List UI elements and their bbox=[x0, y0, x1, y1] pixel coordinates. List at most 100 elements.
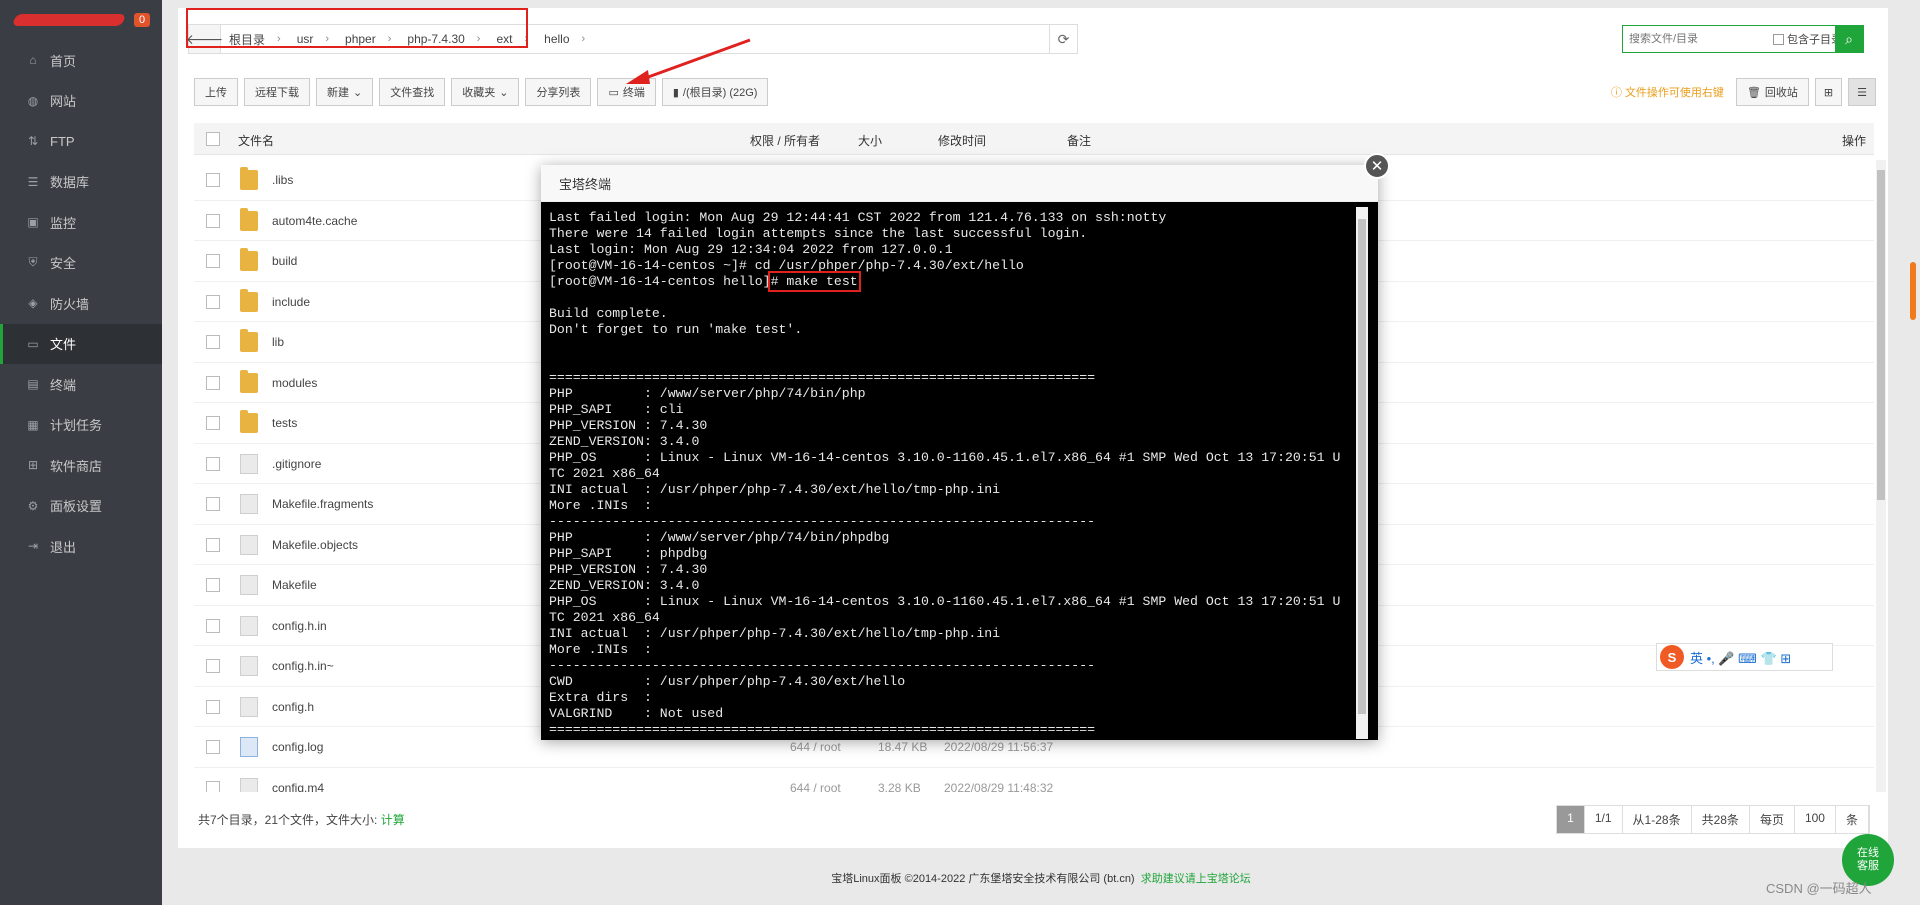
file-name[interactable]: tests bbox=[272, 416, 297, 430]
refresh-button[interactable]: ⟳ bbox=[1049, 25, 1077, 53]
terminal-scrollbar[interactable] bbox=[1356, 207, 1368, 739]
folder-icon: ▭ bbox=[27, 336, 39, 351]
apps-icon: ⊞ bbox=[27, 458, 39, 473]
scrollbar-thumb[interactable] bbox=[1877, 170, 1885, 500]
col-perm[interactable]: 权限 / 所有者 bbox=[750, 132, 820, 149]
file-name[interactable]: config.h bbox=[272, 700, 314, 714]
sidebar-item-10[interactable]: ⊞ 软件商店 bbox=[0, 445, 162, 486]
firewall-icon: ◈ bbox=[28, 296, 38, 311]
toolbar-button-1[interactable]: 远程下载 bbox=[244, 78, 310, 106]
sidebar-item-0[interactable]: ⌂ 首页 bbox=[0, 40, 162, 81]
col-name[interactable]: 文件名 bbox=[238, 132, 274, 149]
database-icon: ☰ bbox=[27, 174, 39, 189]
row-checkbox[interactable] bbox=[206, 659, 220, 673]
file-list-scrollbar[interactable] bbox=[1876, 160, 1886, 792]
sidebar-item-11[interactable]: ⚙ 面板设置 bbox=[0, 486, 162, 527]
terminal-line: PHP_VERSION : 7.4.30 bbox=[549, 418, 708, 433]
row-checkbox[interactable] bbox=[206, 537, 220, 552]
gear-icon: ⚙ bbox=[27, 498, 39, 513]
list-icon: ☰ bbox=[1857, 86, 1867, 99]
row-checkbox[interactable] bbox=[206, 497, 220, 511]
file-name[interactable]: Makefile.fragments bbox=[272, 497, 373, 511]
file-name[interactable]: config.m4 bbox=[272, 781, 324, 793]
col-size[interactable]: 大小 bbox=[858, 132, 882, 149]
file-perm[interactable]: 644 / root bbox=[790, 781, 841, 793]
row-checkbox[interactable] bbox=[206, 173, 220, 187]
ime-toolbar[interactable]: S 英 •, 🎤 ⌨ 👕 ⊞ bbox=[1656, 643, 1833, 671]
file-name[interactable]: config.log bbox=[272, 740, 323, 754]
highlighted-command: # make test bbox=[767, 271, 861, 292]
breadcrumb-item[interactable]: hello › bbox=[536, 31, 593, 48]
sidebar-item-12[interactable]: ⇥ 退出 bbox=[0, 526, 162, 567]
pager-item: 条 bbox=[1836, 806, 1869, 833]
sidebar-item-6[interactable]: ◈ 防火墙 bbox=[0, 283, 162, 324]
row-checkbox[interactable] bbox=[206, 294, 220, 309]
toolbar-button-3[interactable]: 文件查找 bbox=[379, 78, 446, 106]
sidebar-item-8[interactable]: ▤ 终端 bbox=[0, 364, 162, 405]
sidebar-header: 0 bbox=[0, 0, 162, 40]
close-button[interactable]: ✕ bbox=[1364, 153, 1390, 179]
ftp-icon: ⇅ bbox=[27, 134, 39, 149]
chevron-down-icon: ⌄ bbox=[353, 86, 363, 99]
toolbar-button-label: 分享列表 bbox=[536, 87, 581, 99]
terminal-scrollbar-thumb[interactable] bbox=[1358, 219, 1366, 714]
row-checkbox[interactable] bbox=[206, 740, 220, 754]
file-name[interactable]: Makefile bbox=[272, 578, 317, 592]
grid-view-button[interactable]: ⊞ bbox=[1814, 78, 1843, 106]
row-checkbox[interactable] bbox=[206, 618, 220, 633]
terminal-line: ========================================… bbox=[549, 370, 1096, 385]
stats-text: 共7个目录，21个文件，文件大小: bbox=[198, 813, 381, 827]
table-row[interactable]: config.m4 644 / root 3.28 KB 2022/08/29 11:… bbox=[194, 768, 1874, 793]
file-name[interactable]: modules bbox=[272, 376, 317, 390]
sidebar-item-label: 首页 bbox=[50, 53, 77, 69]
row-checkbox[interactable] bbox=[206, 335, 220, 349]
ime-label: 英 •, 🎤 ⌨ 👕 ⊞ bbox=[1690, 650, 1792, 666]
search-input[interactable] bbox=[1623, 33, 1773, 45]
list-view-button[interactable]: ☰ bbox=[1848, 78, 1876, 106]
row-checkbox[interactable] bbox=[206, 213, 220, 228]
toolbar-button-4[interactable]: 收藏夹 ⌄ bbox=[451, 78, 520, 106]
file-perm[interactable]: 644 / root bbox=[790, 740, 841, 754]
sidebar-item-5[interactable]: ⛨ 安全 bbox=[0, 243, 162, 284]
file-name[interactable]: .gitignore bbox=[272, 457, 321, 471]
forum-link[interactable]: 求助建议请上宝塔论坛 bbox=[1141, 873, 1251, 885]
recycle-bin-button[interactable]: 🗑 回收站 bbox=[1735, 78, 1809, 106]
search-button[interactable]: ⌕ bbox=[1835, 26, 1863, 52]
terminal-line: INI actual : /usr/phper/php-7.4.30/ext/h… bbox=[549, 482, 1001, 497]
col-mtime[interactable]: 修改时间 bbox=[938, 132, 986, 149]
file-name[interactable]: config.h.in~ bbox=[272, 659, 334, 673]
terminal-output[interactable]: Last failed login: Mon Aug 29 12:44:41 C… bbox=[541, 202, 1378, 740]
toolbar-button-2[interactable]: 新建 ⌄ bbox=[316, 78, 374, 106]
file-name[interactable]: lib bbox=[272, 335, 284, 349]
sidebar-item-1[interactable]: ◍ 网站 bbox=[0, 81, 162, 122]
pager-item[interactable]: 1 bbox=[1557, 806, 1585, 833]
notification-badge[interactable]: 0 bbox=[134, 13, 151, 27]
select-all-checkbox[interactable] bbox=[206, 132, 220, 146]
file-name[interactable]: .libs bbox=[272, 173, 293, 187]
file-name[interactable]: config.h.in bbox=[272, 619, 327, 633]
include-subdirs-checkbox[interactable]: 包含子目录 bbox=[1773, 31, 1842, 47]
row-checkbox[interactable] bbox=[206, 578, 220, 592]
side-tab[interactable] bbox=[1910, 262, 1916, 320]
file-name[interactable]: Makefile.objects bbox=[272, 538, 358, 552]
sidebar-item-3[interactable]: ☰ 数据库 bbox=[0, 162, 162, 203]
file-name[interactable]: autom4te.cache bbox=[272, 214, 357, 228]
file-name[interactable]: include bbox=[272, 295, 310, 309]
sidebar-item-7[interactable]: ▭ 文件 bbox=[0, 323, 162, 364]
row-checkbox[interactable] bbox=[206, 416, 220, 430]
pager-item[interactable]: 100 bbox=[1795, 806, 1836, 833]
row-checkbox[interactable] bbox=[206, 699, 220, 714]
row-checkbox[interactable] bbox=[206, 375, 220, 390]
file-name[interactable]: build bbox=[272, 254, 297, 268]
row-checkbox[interactable] bbox=[206, 456, 220, 471]
sidebar-item-9[interactable]: ▦ 计划任务 bbox=[0, 405, 162, 446]
file-icon bbox=[240, 615, 258, 636]
table-header: 文件名 权限 / 所有者 大小 修改时间 备注 操作 bbox=[194, 123, 1874, 155]
sidebar-item-4[interactable]: ▣ 监控 bbox=[0, 202, 162, 243]
toolbar-button-5[interactable]: 分享列表 bbox=[525, 78, 592, 106]
sidebar-item-2[interactable]: ⇅ FTP bbox=[0, 121, 162, 162]
row-checkbox[interactable] bbox=[206, 780, 220, 792]
calculate-size-link[interactable]: 计算 bbox=[381, 813, 405, 827]
row-checkbox[interactable] bbox=[206, 254, 220, 268]
toolbar-button-0[interactable]: 上传 bbox=[194, 78, 238, 106]
